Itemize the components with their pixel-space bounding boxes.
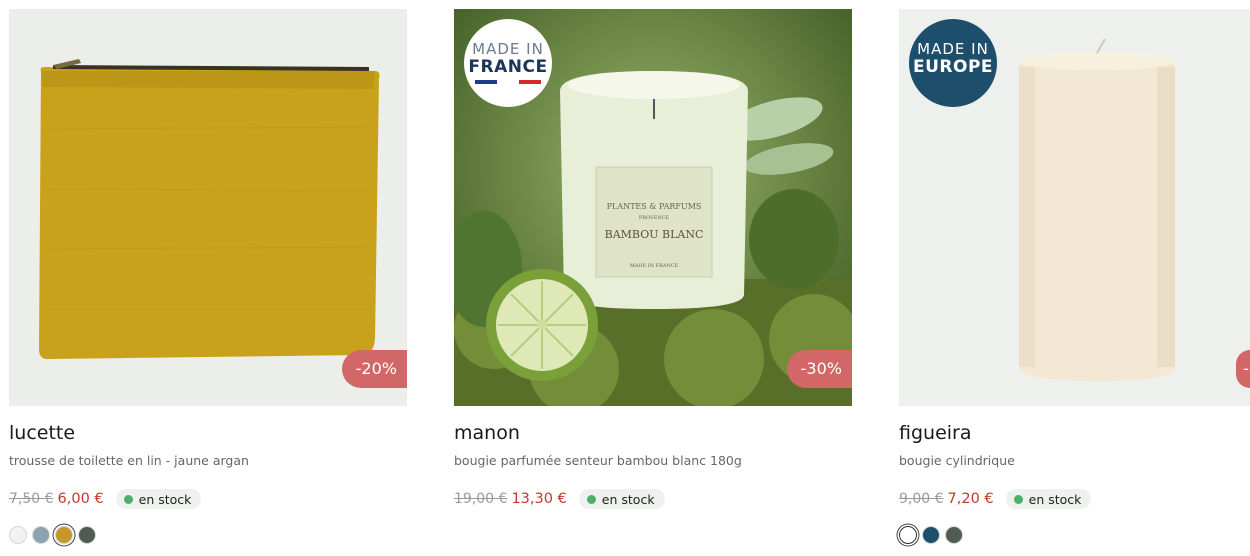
- price-row: 19,00 € 13,30 € en stock: [454, 488, 852, 510]
- badge-line2: EUROPE: [912, 57, 994, 77]
- stock-label: en stock: [138, 491, 192, 507]
- badge-line1: MADE IN: [472, 40, 544, 58]
- product-image[interactable]: PLANTES & PARFUMS PROVENCE BAMBOU BLANC …: [454, 9, 852, 406]
- product-card[interactable]: MADE IN EUROPE - figueira bougie cylindr…: [899, 9, 1250, 544]
- product-description: bougie parfumée senteur bambou blanc 180…: [454, 453, 742, 468]
- old-price: 19,00 €: [454, 491, 508, 507]
- stock-badge: en stock: [1005, 489, 1092, 509]
- current-price: 13,30 €: [511, 491, 567, 507]
- current-price: 6,00 €: [57, 491, 104, 507]
- made-in-europe-badge: MADE IN EUROPE: [909, 19, 997, 107]
- candle-sub-text: PROVENCE: [639, 215, 670, 221]
- color-swatch-white[interactable]: [9, 526, 27, 544]
- discount-badge: -20%: [341, 350, 407, 388]
- color-swatches: [9, 526, 407, 544]
- french-flag-icon: [475, 80, 541, 84]
- product-image[interactable]: MADE IN EUROPE -: [899, 9, 1250, 406]
- product-name[interactable]: figueira: [899, 420, 1250, 446]
- stock-dot-icon: [123, 494, 133, 504]
- candle-brand-text: PLANTES & PARFUMS: [607, 202, 702, 211]
- discount-badge: -30%: [786, 350, 852, 388]
- candle-scent-text: BAMBOU BLANC: [605, 228, 704, 241]
- product-image[interactable]: -20%: [9, 9, 407, 406]
- product-card[interactable]: PLANTES & PARFUMS PROVENCE BAMBOU BLANC …: [454, 9, 852, 510]
- stock-label: en stock: [601, 491, 655, 507]
- linen-pouch-image: [9, 9, 407, 406]
- price-row: 9,00 € 7,20 € en stock: [899, 488, 1250, 510]
- badge-line1: MADE IN: [917, 40, 989, 58]
- product-name[interactable]: manon: [454, 420, 852, 446]
- product-card[interactable]: -20% lucette trousse de toilette en lin …: [9, 9, 407, 544]
- product-description: bougie cylindrique: [899, 453, 1015, 468]
- color-swatch-blue-grey[interactable]: [32, 526, 50, 544]
- product-description: trousse de toilette en lin - jaune argan: [9, 453, 249, 468]
- color-swatches: [899, 526, 1250, 544]
- old-price: 9,00 €: [899, 491, 944, 507]
- color-swatch-white[interactable]: [899, 526, 917, 544]
- candle-made-text: MADE IN FRANCE: [630, 263, 679, 269]
- product-name[interactable]: lucette: [9, 420, 407, 446]
- stock-badge: en stock: [578, 489, 665, 509]
- discount-badge: -: [1236, 350, 1250, 388]
- color-swatch-dark-green[interactable]: [945, 526, 963, 544]
- stock-label: en stock: [1028, 491, 1082, 507]
- color-swatch-petrol-blue[interactable]: [922, 526, 940, 544]
- stock-dot-icon: [1013, 494, 1023, 504]
- stock-dot-icon: [586, 494, 596, 504]
- stock-badge: en stock: [115, 489, 202, 509]
- color-swatch-yellow[interactable]: [55, 526, 73, 544]
- price-row: 7,50 € 6,00 € en stock: [9, 488, 407, 510]
- badge-line2: FRANCE: [468, 57, 548, 77]
- old-price: 7,50 €: [9, 491, 54, 507]
- current-price: 7,20 €: [947, 491, 994, 507]
- color-swatch-dark-green[interactable]: [78, 526, 96, 544]
- made-in-france-badge: MADE IN FRANCE: [464, 19, 552, 107]
